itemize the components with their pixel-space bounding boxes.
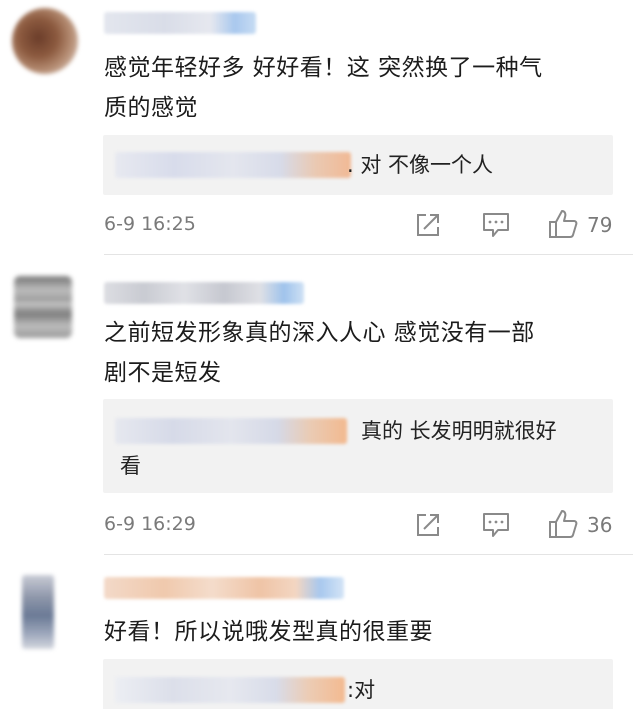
comment-item: 感觉年轻好多 好好看！这 突然换了一种气 质的感觉 . 对 不像一个人 6-9 … xyxy=(0,0,633,255)
username-blurred[interactable] xyxy=(104,282,304,304)
comment-text: 之前短发形象真的深入人心 感觉没有一部 剧不是短发 xyxy=(104,313,614,393)
reply-text: 真的 长发明明就很好 xyxy=(361,412,557,450)
share-icon[interactable] xyxy=(414,211,442,239)
share-icon[interactable] xyxy=(414,511,442,539)
comment-text-line: 之前短发形象真的深入人心 感觉没有一部 xyxy=(104,320,535,346)
timestamp: 6-9 16:25 xyxy=(104,213,196,235)
reply-username-blurred[interactable] xyxy=(115,152,351,178)
comment-text-line: 剧不是短发 xyxy=(104,360,222,386)
thumbs-up-icon[interactable] xyxy=(547,508,579,540)
reply-text-line: 看 xyxy=(120,454,141,478)
comment-text-line: 好看！所以说哦发型真的很重要 xyxy=(104,619,433,645)
reply-box[interactable]: . 对 不像一个人 xyxy=(103,135,613,195)
reply-text: . 对 不像一个人 xyxy=(347,153,494,177)
comment-text-line: 质的感觉 xyxy=(104,95,198,121)
timestamp: 6-9 16:29 xyxy=(104,513,196,535)
username-blurred[interactable] xyxy=(104,577,344,599)
avatar[interactable] xyxy=(12,8,78,74)
username-blurred[interactable] xyxy=(104,12,256,34)
comment-icon[interactable] xyxy=(481,211,511,239)
reply-text: :对 xyxy=(347,678,376,702)
like-count: 36 xyxy=(587,513,613,537)
reply-username-blurred[interactable] xyxy=(115,677,345,703)
comment-item: 之前短发形象真的深入人心 感觉没有一部 剧不是短发 真的 长发明明就很好 看 6… xyxy=(0,255,633,555)
thumbs-up-icon[interactable] xyxy=(547,208,579,240)
comment-text-line: 感觉年轻好多 好好看！这 突然换了一种气 xyxy=(104,55,543,81)
comment-icon[interactable] xyxy=(481,511,511,539)
reply-box[interactable]: 真的 长发明明就很好 看 xyxy=(103,399,613,493)
comment-text: 感觉年轻好多 好好看！这 突然换了一种气 质的感觉 xyxy=(104,48,614,128)
reply-box[interactable]: :对 xyxy=(103,659,613,709)
avatar[interactable] xyxy=(14,276,72,338)
reply-text-line: 真的 长发明明就很好 xyxy=(361,419,557,443)
reply-username-blurred[interactable] xyxy=(115,418,347,444)
like-count: 79 xyxy=(587,213,613,237)
comment-text: 好看！所以说哦发型真的很重要 xyxy=(104,612,614,652)
comment-item: 好看！所以说哦发型真的很重要 :对 xyxy=(0,555,633,709)
avatar[interactable] xyxy=(22,575,54,649)
